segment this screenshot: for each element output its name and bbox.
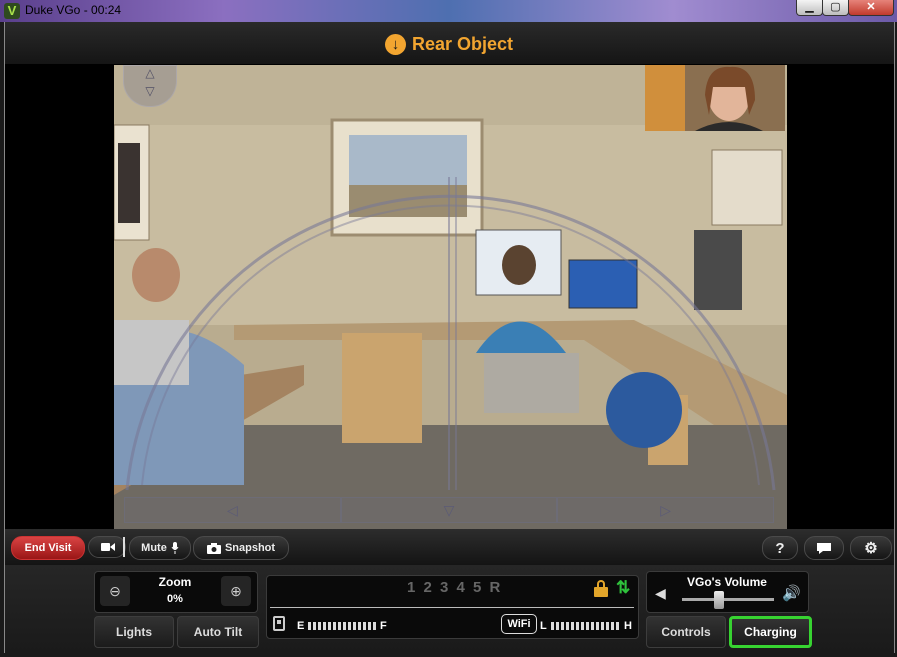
minimize-button[interactable]: ▁ — [796, 0, 823, 16]
zoom-out-button[interactable]: ⊖ — [100, 576, 130, 606]
lock-icon — [594, 580, 608, 597]
camera-icon — [206, 542, 221, 554]
speaker-low-icon: ◀ — [655, 585, 666, 601]
control-panel: ⊖ Zoom 0% ⊕ Lights Auto Tilt 1 2 3 4 5 R… — [5, 565, 894, 653]
volume-slider-track[interactable] — [682, 598, 774, 601]
camera-toggle-button[interactable] — [88, 536, 126, 558]
auto-tilt-button[interactable]: Auto Tilt — [177, 616, 259, 648]
window-titlebar: V Duke VGo - 00:24 ▁ ▢ ✕ — [0, 0, 897, 22]
mute-label: Mute — [141, 542, 167, 554]
down-arrow-circle-icon: ↓ — [385, 33, 406, 55]
self-view-pip[interactable] — [645, 65, 785, 131]
status-divider — [270, 607, 634, 608]
window-title: Duke VGo - 00:24 — [25, 3, 122, 17]
settings-button[interactable]: ⚙ — [850, 536, 892, 560]
zoom-value: 0% — [167, 593, 183, 605]
help-icon: ? — [775, 539, 785, 557]
lights-button[interactable]: Lights — [94, 616, 174, 648]
camera-scene — [114, 65, 787, 529]
zoom-label: Zoom — [158, 575, 192, 589]
zoom-in-button[interactable]: ⊕ — [221, 576, 251, 606]
volume-slider-thumb[interactable] — [713, 591, 724, 609]
header-bar: ↓ Rear Object — [5, 22, 894, 64]
mute-button[interactable]: Mute — [129, 536, 191, 560]
self-view-image — [645, 65, 785, 131]
help-button[interactable]: ? — [762, 536, 798, 560]
volume-label: VGo's Volume — [687, 575, 767, 589]
tilt-down-icon[interactable]: ▽ — [124, 84, 176, 98]
drive-nav-bar: ◁ ▽ ▷ — [124, 497, 775, 523]
toolbar-divider — [123, 537, 125, 557]
vgo-app-icon: V — [4, 3, 20, 19]
alert-banner: ↓ Rear Object — [385, 32, 513, 56]
network-activity-icon: ⇅ — [616, 578, 631, 597]
controls-button[interactable]: Controls — [646, 616, 726, 648]
speaker-high-icon: 🔊 — [782, 585, 801, 602]
wifi-high-label: H — [624, 620, 632, 632]
snapshot-button[interactable]: Snapshot — [193, 536, 289, 560]
video-feed[interactable]: △ ▽ ◁ ▽ ▷ — [114, 65, 787, 529]
microphone-icon — [171, 542, 179, 554]
gear-icon: ⚙ — [864, 540, 878, 557]
chat-bubble-icon — [817, 542, 831, 554]
tilt-up-icon[interactable]: △ — [124, 66, 176, 80]
chat-button[interactable] — [804, 536, 844, 560]
wifi-meter — [551, 622, 619, 630]
alert-title: Rear Object — [412, 33, 514, 54]
battery-empty-label: E — [297, 620, 305, 632]
fuel-pump-icon — [273, 616, 285, 631]
maximize-button[interactable]: ▢ — [822, 0, 849, 16]
call-toolbar: End Visit Mute Snapshot ? ⚙ — [5, 529, 894, 565]
gear-indicator: 1 2 3 4 5 R — [407, 579, 503, 596]
charging-button[interactable]: Charging — [729, 616, 812, 648]
robot-status-panel: 1 2 3 4 5 R ⇅ E F WiFi L H — [266, 575, 639, 639]
snapshot-label: Snapshot — [224, 542, 276, 554]
volume-control: ◀ VGo's Volume 🔊 — [646, 571, 809, 613]
turn-left-button[interactable]: ◁ — [124, 497, 341, 523]
drive-back-button[interactable]: ▽ — [340, 497, 558, 523]
battery-full-label: F — [380, 620, 387, 632]
video-camera-icon — [101, 543, 115, 551]
end-visit-button[interactable]: End Visit — [11, 536, 85, 560]
wifi-low-label: L — [540, 620, 547, 632]
close-button[interactable]: ✕ — [848, 0, 894, 16]
battery-meter — [308, 622, 376, 630]
zoom-control: ⊖ Zoom 0% ⊕ — [94, 571, 258, 613]
turn-right-button[interactable]: ▷ — [557, 497, 775, 523]
wifi-badge: WiFi — [501, 614, 537, 634]
app-window: ↓ Rear Object △ ▽ ◁ ▽ ▷ End Visit Mute S… — [4, 22, 895, 653]
